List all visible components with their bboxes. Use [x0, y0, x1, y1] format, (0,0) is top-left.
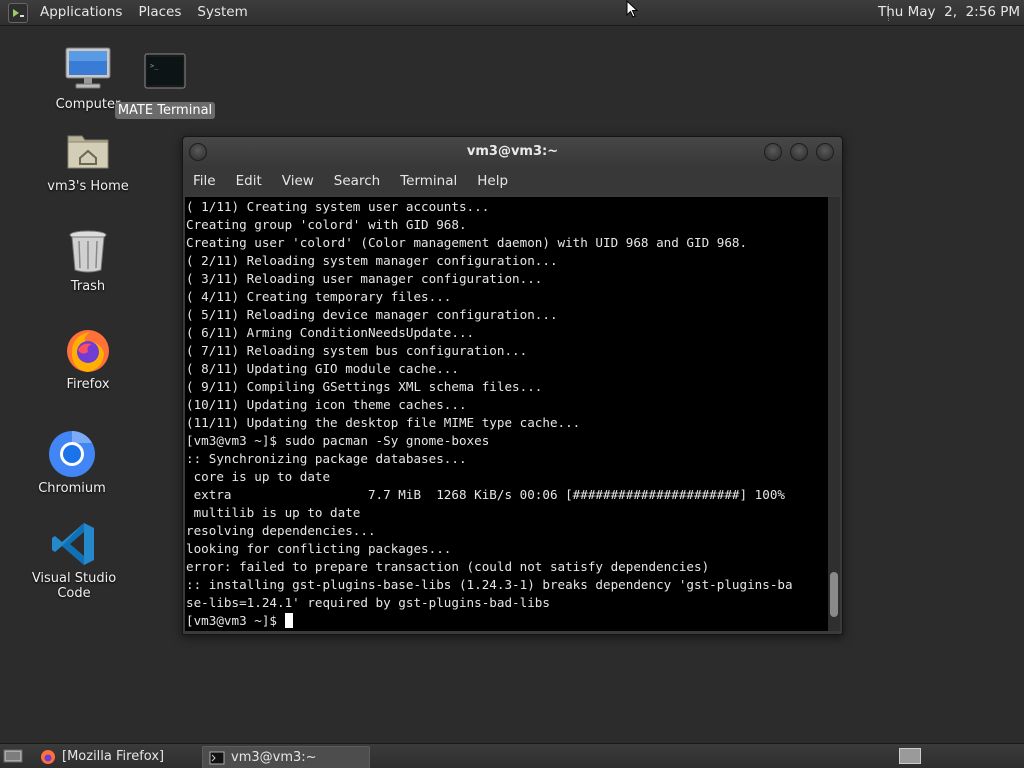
- taskbar-item-firefox[interactable]: [Mozilla Firefox]: [34, 746, 198, 767]
- desktop-icon-label: Trash: [70, 279, 106, 294]
- desktop-icon-trash[interactable]: Trash: [28, 228, 148, 295]
- taskbar-item-label: vm3@vm3:~: [231, 750, 317, 765]
- desktop-icon-label: Visual Studio Code: [31, 571, 117, 601]
- terminal-line: ( 7/11) Reloading system bus configurati…: [186, 343, 528, 358]
- minimize-button[interactable]: [764, 143, 782, 161]
- maximize-button[interactable]: [790, 143, 808, 161]
- window-title: vm3@vm3:~: [466, 144, 559, 159]
- taskbar-item-label: [Mozilla Firefox]: [62, 749, 165, 764]
- menu-edit[interactable]: Edit: [226, 167, 272, 195]
- menu-file[interactable]: File: [183, 167, 226, 195]
- home-folder-icon: [64, 128, 112, 176]
- terminal-cursor: [284, 613, 293, 628]
- mate-menu-logo-icon[interactable]: [8, 2, 28, 23]
- desktop-icon-mate-terminal[interactable]: >_ MATE Terminal: [105, 52, 225, 119]
- chromium-icon: [48, 430, 96, 478]
- vscode-icon: [50, 520, 98, 568]
- scrollbar-thumb[interactable]: [830, 572, 838, 617]
- desktop-icon-vscode[interactable]: Visual Studio Code: [14, 520, 134, 602]
- terminal-line: :: installing gst-plugins-base-libs (1.2…: [186, 577, 793, 592]
- system-menu[interactable]: System: [189, 0, 255, 25]
- terminal-window[interactable]: vm3@vm3:~ File Edit View Search Terminal…: [182, 136, 843, 635]
- bottom-panel: [Mozilla Firefox] vm3@vm3:~: [0, 743, 1024, 768]
- terminal-line: ( 3/11) Reloading user manager configura…: [186, 271, 543, 286]
- desktop-icon-label: vm3's Home: [47, 179, 129, 194]
- places-menu[interactable]: Places: [130, 0, 189, 25]
- terminal-line: core is up to date: [193, 469, 331, 484]
- terminal-icon: [209, 751, 225, 764]
- desktop: Applications Places System Thu May 2, 2:…: [0, 0, 1024, 768]
- terminal-line: extra 7.7 MiB 1268 KiB/s 00:06 [########…: [193, 487, 785, 502]
- menu-view[interactable]: View: [272, 167, 324, 195]
- terminal-prompt: [vm3@vm3 ~]$: [186, 613, 285, 628]
- terminal-line: ( 6/11) Arming ConditionNeedsUpdate...: [186, 325, 475, 340]
- show-desktop-icon[interactable]: [3, 748, 23, 768]
- workspace-switcher[interactable]: [899, 748, 921, 768]
- terminal-line: (10/11) Updating icon theme caches...: [186, 397, 467, 412]
- terminal-text: ( 1/11) Creating system user accounts...…: [185, 197, 828, 630]
- desktop-icon-home[interactable]: vm3's Home: [28, 128, 148, 195]
- terminal-line: Creating group 'colord' with GID 968.: [186, 217, 467, 232]
- firefox-icon: [41, 749, 55, 764]
- terminal-line: Creating user 'colord' (Color management…: [186, 235, 748, 250]
- terminal-line: (11/11) Updating the desktop file MIME t…: [186, 415, 581, 430]
- menu-terminal[interactable]: Terminal: [390, 167, 467, 195]
- terminal-menubar: File Edit View Search Terminal Help: [183, 167, 842, 195]
- menu-search[interactable]: Search: [324, 167, 390, 195]
- close-button[interactable]: [816, 143, 834, 161]
- mouse-pointer-icon: [626, 0, 638, 18]
- terminal-line: :: Synchronizing package databases...: [186, 451, 467, 466]
- terminal-line: ( 1/11) Creating system user accounts...: [186, 199, 490, 214]
- taskbar-item-terminal[interactable]: vm3@vm3:~: [202, 746, 370, 768]
- terminal-line: ( 2/11) Reloading system manager configu…: [186, 253, 558, 268]
- applications-menu[interactable]: Applications: [32, 0, 130, 25]
- terminal-line: se-libs=1.24.1' required by gst-plugins-…: [186, 595, 550, 610]
- trash-icon: [64, 228, 112, 276]
- terminal-line: ( 9/11) Compiling GSettings XML schema f…: [186, 379, 543, 394]
- terminal-scrollbar[interactable]: [828, 197, 840, 631]
- terminal-titlebar[interactable]: vm3@vm3:~: [183, 137, 842, 167]
- terminal-line: looking for conflicting packages...: [186, 541, 452, 556]
- terminal-line: ( 8/11) Updating GIO module cache...: [186, 361, 459, 376]
- terminal-line: resolving dependencies...: [186, 523, 376, 538]
- window-menu-button[interactable]: [189, 143, 207, 161]
- terminal-line: ( 4/11) Creating temporary files...: [186, 289, 452, 304]
- terminal-line: error: failed to prepare transaction (co…: [186, 559, 710, 574]
- terminal-output[interactable]: ( 1/11) Creating system user accounts...…: [185, 197, 828, 631]
- desktop-icon-firefox[interactable]: Firefox: [28, 326, 148, 393]
- top-panel: Applications Places System Thu May 2, 2:…: [0, 0, 1024, 26]
- desktop-icon-label: Firefox: [66, 377, 110, 392]
- terminal-line: [vm3@vm3 ~]$ sudo pacman -Sy gnome-boxes: [186, 433, 490, 448]
- terminal-line: multilib is up to date: [193, 505, 361, 520]
- desktop-icon-label: MATE Terminal: [114, 102, 216, 119]
- menu-help[interactable]: Help: [467, 167, 518, 195]
- svg-text:>_: >_: [150, 62, 159, 70]
- desktop-icon-label: Chromium: [38, 481, 106, 496]
- firefox-icon: [64, 326, 112, 374]
- terminal-icon: >_: [141, 52, 189, 100]
- terminal-line: ( 5/11) Reloading device manager configu…: [186, 307, 558, 322]
- clock[interactable]: Thu May 2, 2:56 PM: [874, 0, 1020, 25]
- desktop-icon-chromium[interactable]: Chromium: [12, 430, 132, 497]
